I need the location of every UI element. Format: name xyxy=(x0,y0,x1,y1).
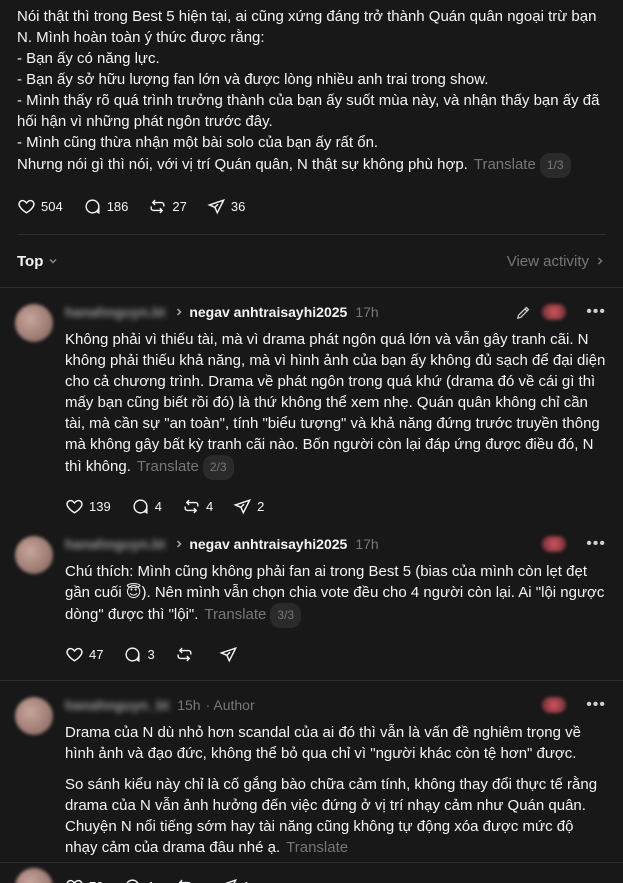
like-count: 47 xyxy=(89,646,104,662)
chevron-right-icon xyxy=(597,257,603,265)
comment-body: Không phải vì thiếu tài, mà vì drama phá… xyxy=(65,331,606,475)
reply-to-username[interactable]: negav anhtraisayhi2025 xyxy=(189,536,347,552)
share-button[interactable]: 2 xyxy=(233,497,264,516)
translate-link[interactable]: Translate xyxy=(137,458,199,475)
comment-text: Chú thích: Mình cũng không phải fan ai t… xyxy=(65,561,606,628)
like-button[interactable]: 504 xyxy=(17,197,63,216)
header-actions: ••• xyxy=(532,535,606,553)
post-body: Nói thật thì trong Best 5 hiện tại, ai c… xyxy=(17,8,600,173)
header-actions: ••• xyxy=(532,696,606,714)
like-button[interactable]: 139 xyxy=(65,497,111,516)
post-text: Nói thật thì trong Best 5 hiện tại, ai c… xyxy=(17,6,606,178)
timestamp: 17h xyxy=(355,536,379,552)
comment-button[interactable]: 4 xyxy=(131,497,162,516)
comment-text: So sánh kiểu này chỉ là cố gắng bào chữa… xyxy=(65,774,606,858)
repost-button[interactable] xyxy=(175,645,199,664)
comment-header: hanahnguyn_bt 15h · Author ••• xyxy=(65,695,606,715)
repost-button[interactable]: 4 xyxy=(182,497,213,516)
comment-text: Drama của N dù nhỏ hơn scandal của ai đó… xyxy=(65,724,581,762)
share-button[interactable]: 36 xyxy=(207,197,245,216)
page-indicator: 3/3 xyxy=(270,603,302,628)
heart-icon xyxy=(66,647,83,662)
sort-label: Top xyxy=(17,252,44,270)
author-badge: · Author xyxy=(205,697,255,713)
username[interactable]: hanahnguyn.bt xyxy=(65,536,165,552)
comment-icon xyxy=(133,498,148,514)
heart-icon xyxy=(66,499,83,514)
comment-actions: 139 4 4 2 xyxy=(65,494,606,518)
send-icon xyxy=(219,646,237,663)
main-post: Nói thật thì trong Best 5 hiện tại, ai c… xyxy=(0,0,623,218)
comment: hanahnguyn.bt negav anhtraisayhi2025 17h… xyxy=(0,288,623,532)
comment-body: Chú thích: Mình cũng không phải fan ai t… xyxy=(65,563,605,623)
timestamp: 17h xyxy=(355,304,379,320)
more-options-icon[interactable]: ••• xyxy=(586,303,606,321)
comment: hanahnguyn_bt 15h · Author ••• Drama của… xyxy=(0,681,623,883)
send-icon xyxy=(233,498,252,515)
repost-icon xyxy=(184,499,199,513)
chevron-right-icon xyxy=(177,540,182,548)
avatar[interactable] xyxy=(15,868,53,883)
translate-link[interactable]: Translate xyxy=(286,839,348,856)
send-icon xyxy=(207,198,225,215)
share-button[interactable] xyxy=(219,645,243,664)
page-indicator: 2/3 xyxy=(202,455,234,480)
chevron-right-icon xyxy=(177,308,182,316)
repost-count: 4 xyxy=(205,498,214,514)
next-comment-preview xyxy=(0,862,623,883)
header-actions: ••• xyxy=(515,303,606,321)
username[interactable]: hanahnguyn_bt xyxy=(65,697,169,713)
comment-count: 4 xyxy=(154,498,162,514)
post-actions: 504 186 27 36 xyxy=(17,194,606,218)
sort-dropdown[interactable]: Top xyxy=(17,253,59,270)
translate-link[interactable]: Translate xyxy=(204,606,266,623)
reply-to-username[interactable]: negav anhtraisayhi2025 xyxy=(189,304,347,320)
more-options-icon[interactable]: ••• xyxy=(586,535,606,553)
comment-actions: 47 3 xyxy=(65,642,606,666)
timestamp: 15h xyxy=(177,697,201,713)
comment-icon xyxy=(125,646,141,662)
heart-icon xyxy=(18,199,35,214)
comment: hanahnguyn.bt negav anhtraisayhi2025 17h… xyxy=(0,532,623,680)
comment-button[interactable]: 186 xyxy=(83,197,129,216)
comment-text: Không phải vì thiếu tài, mà vì drama phá… xyxy=(65,329,606,480)
avatar[interactable] xyxy=(15,536,53,574)
avatar[interactable] xyxy=(15,697,53,735)
page-indicator: 1/3 xyxy=(539,153,571,178)
repost-count: 27 xyxy=(172,198,187,214)
share-count: 36 xyxy=(230,198,246,214)
comment-count: 186 xyxy=(106,198,129,214)
sort-bar: Top View activity xyxy=(0,235,623,287)
pencil-icon[interactable] xyxy=(515,304,532,321)
comment-icon xyxy=(85,198,100,214)
username[interactable]: hanahnguyn.bt xyxy=(65,304,165,320)
like-count: 139 xyxy=(89,498,111,514)
share-count: 2 xyxy=(257,498,265,514)
avatar[interactable] xyxy=(15,304,53,342)
liked-by-avatar xyxy=(542,697,567,713)
repost-icon xyxy=(177,647,192,661)
view-activity-link[interactable]: View activity xyxy=(507,253,606,270)
repost-button[interactable]: 27 xyxy=(148,197,187,216)
translate-link[interactable]: Translate xyxy=(474,156,536,173)
comment-header: hanahnguyn.bt negav anhtraisayhi2025 17h… xyxy=(65,302,606,322)
comment-count: 3 xyxy=(147,646,155,662)
repost-icon xyxy=(150,199,165,213)
comment-header: hanahnguyn.bt negav anhtraisayhi2025 17h… xyxy=(65,534,606,554)
chevron-down-icon xyxy=(49,258,57,264)
liked-by-avatar xyxy=(542,304,567,320)
more-options-icon[interactable]: ••• xyxy=(586,696,606,714)
like-count: 504 xyxy=(41,198,63,214)
divider xyxy=(0,862,623,863)
comment-button[interactable]: 3 xyxy=(123,645,155,664)
like-button[interactable]: 47 xyxy=(65,645,103,664)
liked-by-avatar xyxy=(542,536,567,552)
view-activity-label: View activity xyxy=(506,252,589,270)
